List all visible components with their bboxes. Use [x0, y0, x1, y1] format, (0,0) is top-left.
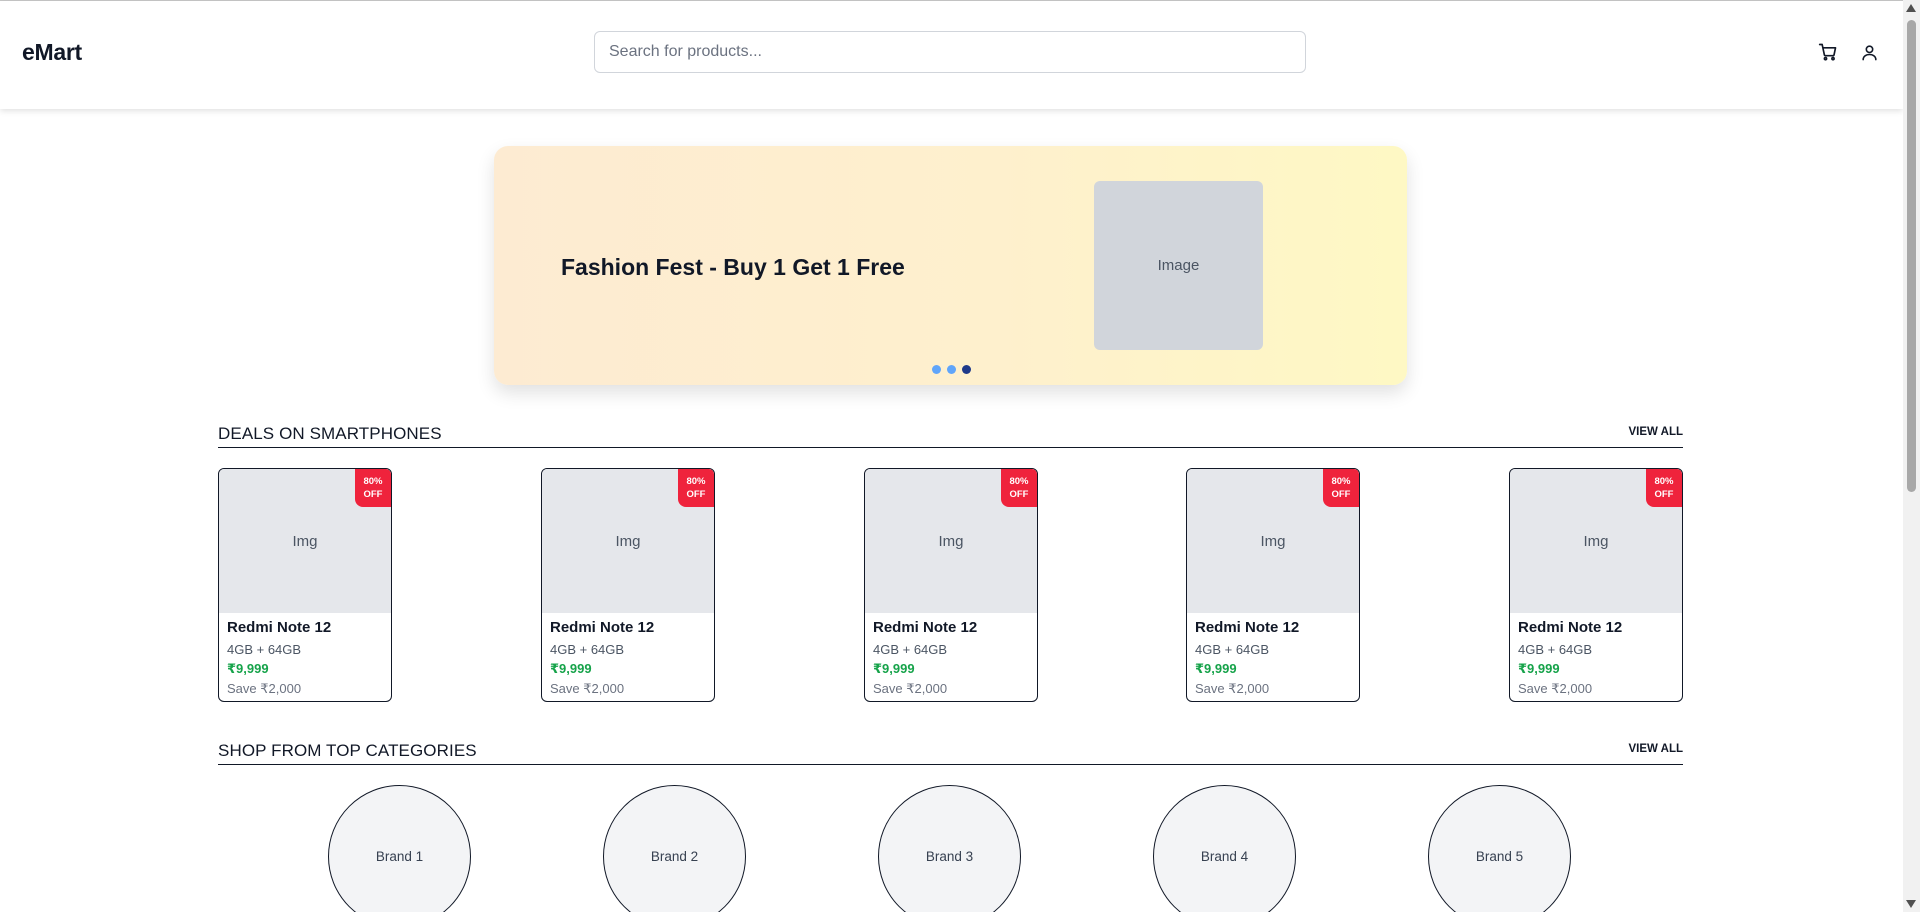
scrollbar-thumb[interactable] [1907, 20, 1916, 492]
banner-title: Fashion Fest - Buy 1 Get 1 Free [561, 254, 905, 280]
product-price: ₹9,999 [873, 661, 915, 676]
product-savings: Save ₹2,000 [1518, 681, 1593, 696]
product-name: Redmi Note 12 [227, 619, 332, 636]
brand-circle-4[interactable]: Brand 4 [1153, 785, 1296, 912]
product-card[interactable]: Img 80% OFF Redmi Note 12 4GB + 64GB ₹9,… [864, 468, 1038, 702]
product-name: Redmi Note 12 [550, 619, 655, 636]
product-price: ₹9,999 [1195, 661, 1237, 676]
product-savings: Save ₹2,000 [1195, 681, 1270, 696]
discount-badge: 80% OFF [1646, 469, 1682, 507]
page-scrollbar[interactable] [1903, 0, 1920, 912]
product-name: Redmi Note 12 [873, 619, 978, 636]
discount-badge: 80% OFF [355, 469, 391, 507]
carousel-dot-1[interactable] [932, 365, 941, 374]
site-logo[interactable]: eMart [22, 39, 82, 66]
banner-image-placeholder: Image [1094, 181, 1263, 350]
deals-section-header: DEALS ON SMARTPHONES VIEW ALL [218, 424, 1683, 448]
cart-icon[interactable] [1816, 40, 1840, 64]
section-title-deals: DEALS ON SMARTPHONES [218, 424, 442, 443]
product-card[interactable]: Img 80% OFF Redmi Note 12 4GB + 64GB ₹9,… [1186, 468, 1360, 702]
user-icon[interactable] [1857, 40, 1881, 64]
product-price: ₹9,999 [1518, 661, 1560, 676]
discount-badge: 80% OFF [678, 469, 714, 507]
discount-badge: 80% OFF [1323, 469, 1359, 507]
product-spec: 4GB + 64GB [227, 642, 302, 657]
scroll-up-arrow-icon[interactable] [1906, 4, 1916, 12]
product-name: Redmi Note 12 [1518, 619, 1623, 636]
search-input[interactable] [594, 31, 1306, 73]
scroll-down-arrow-icon[interactable] [1906, 900, 1916, 908]
carousel-dot-2[interactable] [947, 365, 956, 374]
product-price: ₹9,999 [550, 661, 592, 676]
product-spec: 4GB + 64GB [1518, 642, 1593, 657]
product-savings: Save ₹2,000 [873, 681, 948, 696]
brand-circle-5[interactable]: Brand 5 [1428, 785, 1571, 912]
product-card[interactable]: Img 80% OFF Redmi Note 12 4GB + 64GB ₹9,… [1509, 468, 1683, 702]
section-title-categories: SHOP FROM TOP CATEGORIES [218, 741, 477, 760]
product-card[interactable]: Img 80% OFF Redmi Note 12 4GB + 64GB ₹9,… [541, 468, 715, 702]
categories-section-header: SHOP FROM TOP CATEGORIES VIEW ALL [218, 741, 1683, 765]
product-spec: 4GB + 64GB [1195, 642, 1270, 657]
product-card[interactable]: Img 80% OFF Redmi Note 12 4GB + 64GB ₹9,… [218, 468, 392, 702]
carousel-dots [932, 365, 971, 374]
product-price: ₹9,999 [227, 661, 269, 676]
product-spec: 4GB + 64GB [873, 642, 948, 657]
discount-badge: 80% OFF [1001, 469, 1037, 507]
brand-circle-1[interactable]: Brand 1 [328, 785, 471, 912]
site-header: eMart [0, 1, 1903, 109]
view-all-deals-link[interactable]: VIEW ALL [1628, 426, 1683, 438]
product-card-list: Img 80% OFF Redmi Note 12 4GB + 64GB ₹9,… [218, 468, 1683, 703]
product-name: Redmi Note 12 [1195, 619, 1300, 636]
product-spec: 4GB + 64GB [550, 642, 625, 657]
view-all-categories-link[interactable]: VIEW ALL [1628, 743, 1683, 755]
brand-circle-2[interactable]: Brand 2 [603, 785, 746, 912]
product-savings: Save ₹2,000 [550, 681, 625, 696]
promo-banner[interactable]: Fashion Fest - Buy 1 Get 1 Free Image [494, 146, 1407, 385]
brand-circle-3[interactable]: Brand 3 [878, 785, 1021, 912]
product-savings: Save ₹2,000 [227, 681, 302, 696]
carousel-dot-3[interactable] [962, 365, 971, 374]
